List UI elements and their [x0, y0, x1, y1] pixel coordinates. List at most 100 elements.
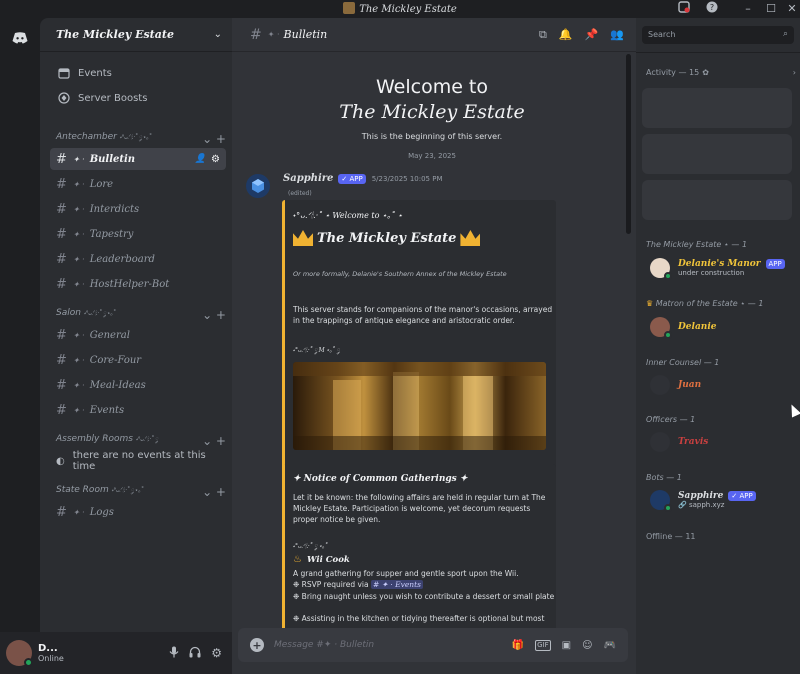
avatar[interactable] [246, 174, 270, 198]
server-header[interactable]: The Mickley Estate ⌄ [40, 18, 232, 52]
event-description: A grand gathering for supper and gentle … [293, 569, 519, 578]
date-divider: May 23, 2025 [408, 152, 456, 160]
member-item[interactable]: Juan [650, 375, 701, 395]
headphones-icon[interactable] [189, 646, 201, 661]
category-state-room[interactable]: State Room ˖°ᴗ.ᐟ🕯.·˚ ༘ ⋆｡˚ ⌄ + [56, 485, 226, 500]
avatar [650, 432, 670, 452]
welcome-embed: ˖°ᴗ.ᐟ🕯.·˚ ⋆ Welcome to ⋆｡˚ ⋆ The Mickley… [282, 200, 556, 478]
member-list-icon[interactable]: 👥 [610, 28, 624, 42]
event-rsvp: ❉ RSVP required via # ✦ · Events [293, 580, 423, 589]
member-item[interactable]: Travis [650, 432, 708, 452]
user-status: Online [38, 654, 64, 663]
no-events-notice: ◐ there are no events at this time [56, 450, 206, 472]
embed-body: This server stands for companions of the… [293, 305, 553, 325]
cooking-pot-icon: ♨ [293, 554, 302, 565]
chevron-down-icon[interactable]: ⌄ [214, 29, 222, 40]
server-icon [343, 2, 356, 14]
calendar-icon [58, 67, 70, 79]
user-name: D... [38, 643, 58, 654]
channel-logs[interactable]: # ✦ · Logs [50, 501, 226, 523]
edited-marker: (edited) [288, 190, 312, 197]
settings-gear-icon[interactable]: ⚙ [211, 646, 222, 661]
member-item[interactable]: Sapphire ✓ APP 🔗 sapph.xyz [650, 490, 756, 512]
controller-icon[interactable]: 🎮 [604, 640, 616, 651]
embed-body: Let it be known: the following affairs a… [293, 493, 546, 524]
activity-card[interactable] [642, 88, 792, 128]
gatherings-embed: ✦ Notice of Common Gatherings ✦ Let it b… [282, 464, 556, 644]
embed-subtitle: Or more formally, Delanie's Southern Ann… [293, 270, 507, 278]
channel-general[interactable]: # ✦ · General [50, 324, 226, 346]
emoji-icon[interactable]: ☺ [582, 640, 592, 651]
threads-icon[interactable]: ⧉ [539, 28, 547, 42]
minimize-icon[interactable]: – [740, 1, 756, 17]
online-status-icon [24, 658, 33, 667]
help-icon[interactable]: ? [704, 1, 720, 17]
channel-sidebar: The Mickley Estate ⌄ Events Server Boost… [40, 18, 232, 632]
welcome-subtitle: This is the beginning of this server. [361, 132, 503, 141]
channel-core-four[interactable]: # ✦ · Core-Four [50, 349, 226, 371]
crown-icon [293, 230, 313, 246]
message-input[interactable]: Message #✦ · Bulletin [274, 640, 474, 650]
welcome-server-name: The Mickley Estate [339, 101, 525, 123]
activity-card[interactable] [642, 134, 792, 174]
avatar[interactable] [6, 640, 33, 667]
role-header: Inner Counsel — 1 [646, 358, 720, 367]
crown-icon: ♛ [646, 299, 654, 308]
embed-heading: ✦ Notice of Common Gatherings ✦ [293, 474, 468, 484]
channel-leaderboard[interactable]: # ✦ · Leaderboard [50, 248, 226, 270]
maximize-icon[interactable]: ☐ [763, 1, 779, 17]
channel-lore[interactable]: # ✦ · Lore [50, 173, 226, 195]
chat-scrollbar[interactable] [626, 54, 631, 234]
member-item[interactable]: Delanie [650, 317, 716, 339]
message-author[interactable]: Sapphire [283, 173, 333, 184]
gear-icon[interactable]: ⚙ [211, 154, 220, 165]
channel-mention[interactable]: # ✦ · Events [371, 580, 423, 589]
activity-card[interactable] [642, 180, 792, 220]
window-titlebar: The Mickley Estate ? – ☐ ✕ [0, 0, 800, 18]
gift-icon[interactable]: 🎁 [512, 640, 524, 651]
channel-tapestry[interactable]: # ✦ · Tapestry [50, 223, 226, 245]
bell-icon[interactable]: 🔔 [559, 28, 573, 42]
embed-title-row: The Mickley Estate [293, 230, 481, 246]
category-assembly-rooms[interactable]: Assembly Rooms ˖°ᴗ.ᐟ🕯.·˚ ༘ ⌄ + [56, 434, 226, 449]
add-member-icon[interactable]: 👤 [195, 154, 206, 165]
add-attachment-icon[interactable]: + [250, 638, 264, 652]
embed-kicker: ˖°ᴗ.ᐟ🕯.·˚ ⋆ Welcome to ⋆｡˚ ⋆ [293, 211, 403, 220]
role-header: Bots — 1 [646, 473, 682, 482]
channel-events[interactable]: # ✦ · Events [50, 399, 226, 421]
member-list: Search ⌕ Activity — 15 ✿ › The Mickley E… [636, 18, 800, 674]
event-bullet: ❉ Assisting in the kitchen or tidying th… [293, 614, 545, 623]
member-item[interactable]: Delanie's Manor APP under construction [650, 258, 785, 280]
event-title: Wii Cook [306, 554, 350, 565]
user-panel: D... Online ⚙ [0, 632, 232, 674]
microphone-icon[interactable] [169, 646, 179, 661]
channel-bulletin[interactable]: # ✦ · Bulletin 👤 ⚙ [50, 148, 226, 170]
add-channel-icon[interactable]: ⌄ + [202, 485, 226, 499]
add-channel-icon[interactable]: ⌄ + [202, 132, 226, 146]
role-header: Officers — 1 [646, 415, 696, 424]
discord-home-icon[interactable] [6, 24, 34, 52]
server-boosts-link[interactable]: Server Boosts [48, 87, 226, 109]
columns-image[interactable] [293, 362, 546, 450]
activity-header[interactable]: Activity — 15 ✿ › [646, 68, 796, 77]
chevron-right-icon[interactable]: › [793, 68, 796, 77]
gif-icon[interactable]: GIF [535, 639, 551, 651]
search-icon: ⌕ [782, 29, 788, 39]
category-salon[interactable]: Salon ˖°ᴗ.ᐟ🕯.·˚ ༘ ⋆｡˚ ⌄ + [56, 308, 226, 323]
add-channel-icon[interactable]: ⌄ + [202, 434, 226, 448]
channel-hash-icon: # [250, 26, 262, 43]
events-link[interactable]: Events [48, 62, 226, 84]
pin-icon[interactable]: 📌 [585, 28, 599, 42]
search-input[interactable]: Search ⌕ [642, 26, 794, 44]
role-header: The Mickley Estate ⋆ — 1 [646, 240, 748, 249]
app-badge: ✓ APP [338, 173, 366, 184]
sticker-icon[interactable]: ▣ [562, 640, 571, 651]
add-channel-icon[interactable]: ⌄ + [202, 308, 226, 322]
channel-interdicts[interactable]: # ✦ · Interdicts [50, 198, 226, 220]
message-header: Sapphire ✓ APP 5/23/2025 10:05 PM [283, 173, 443, 184]
category-antechamber[interactable]: Antechamber ˖°ᴗ.ᐟ🕯.·˚ ༘ ⋆｡˚ ⌄ + [56, 132, 226, 147]
channel-hosthelper-bot[interactable]: # ✦ · HostHelper-Bot [50, 273, 226, 295]
channel-meal-ideas[interactable]: # ✦ · Meal-Ideas [50, 374, 226, 396]
inbox-alert-icon[interactable] [676, 1, 692, 17]
close-icon[interactable]: ✕ [784, 1, 800, 17]
